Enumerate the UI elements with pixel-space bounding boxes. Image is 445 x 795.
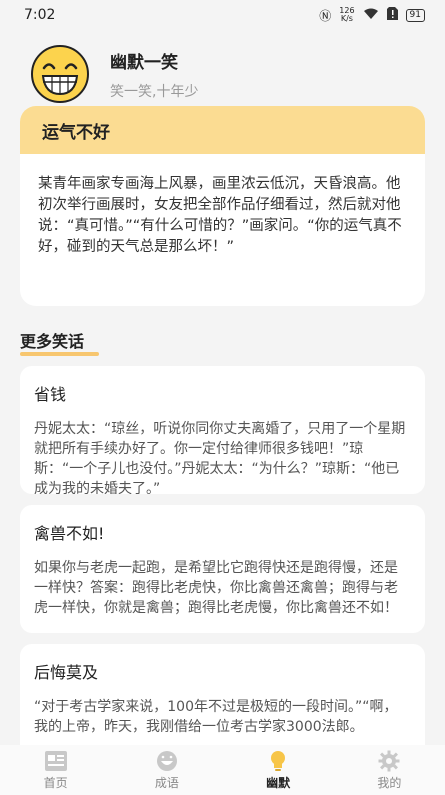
tab-idioms[interactable]: 成语 — [111, 745, 222, 795]
laughing-face-icon — [31, 45, 89, 103]
app-title: 幽默一笑 — [110, 52, 178, 73]
wifi-icon — [363, 8, 379, 23]
featured-joke-body: 某青年画家专画海上风暴，画里浓云低沉，天昏浪高。他初次举行画展时，女友把全部作品… — [38, 176, 402, 255]
app-header: 幽默一笑 笑一笑,十年少 — [30, 44, 430, 104]
status-bar: 7:02 Ⓝ 126 K/s 91 — [0, 0, 445, 30]
tab-label: 首页 — [43, 775, 68, 790]
featured-joke-title: 运气不好 — [20, 106, 425, 154]
lightbulb-icon — [271, 750, 286, 771]
net-speed: 126 K/s — [339, 6, 355, 23]
status-icons: Ⓝ 126 K/s 91 — [319, 7, 425, 24]
featured-joke-card[interactable]: 运气不好 某青年画家专画海上风暴，画里浓云低沉，天昏浪高。他初次举行画展时，女友… — [20, 106, 425, 306]
joke-title: 禽兽不如! — [34, 524, 105, 543]
joke-body: 丹妮太太：“琼丝，听说你同你丈夫离婚了，只用了一个星期就把所有手续办好了。你一定… — [34, 421, 406, 494]
tab-label: 幽默 — [266, 775, 291, 790]
battery-indicator: 91 — [405, 8, 425, 22]
joke-title: 后悔莫及 — [34, 663, 99, 682]
tab-label: 我的 — [377, 775, 402, 790]
tab-profile[interactable]: 我的 — [334, 745, 445, 795]
app-subtitle: 笑一笑,十年少 — [110, 83, 199, 100]
section-title: 更多笑话 — [20, 332, 85, 351]
bottom-tab-bar: 首页 成语 幽默 我的 — [0, 745, 445, 795]
joke-card[interactable]: 省钱 丹妮太太：“琼丝，听说你同你丈夫离婚了，只用了一个星期就把所有手续办好了。… — [20, 366, 425, 494]
smile-icon — [156, 750, 177, 771]
tab-label: 成语 — [154, 775, 179, 790]
gear-icon — [378, 750, 400, 771]
nfc-icon: Ⓝ — [319, 8, 332, 23]
header-text: 幽默一笑 笑一笑,十年少 — [110, 48, 198, 101]
sim-alert-icon — [386, 7, 398, 23]
joke-body: 如果你与老虎一起跑，是希望比它跑得快还是跑得慢，还是一样快？答案：跑得比老虎快，… — [34, 560, 398, 616]
tab-humor[interactable]: 幽默 — [223, 745, 334, 795]
tab-home[interactable]: 首页 — [0, 745, 111, 795]
joke-card[interactable]: 禽兽不如! 如果你与老虎一起跑，是希望比它跑得快还是跑得慢，还是一样快？答案：跑… — [20, 505, 425, 633]
joke-title: 省钱 — [34, 385, 67, 404]
joke-body: “对于考古学家来说，100年不过是极短的一段时间。”“啊，我的上帝，昨天，我刚借… — [34, 699, 398, 735]
section-title-underline — [20, 352, 99, 356]
status-time: 7:02 — [24, 7, 56, 23]
news-icon — [44, 750, 67, 771]
